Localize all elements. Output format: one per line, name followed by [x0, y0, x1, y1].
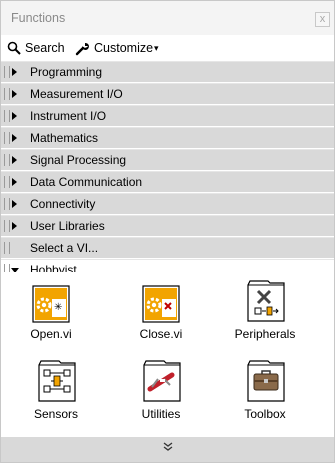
grip-handle-icon[interactable] — [4, 154, 10, 166]
palette-item-label: Sensors — [33, 407, 79, 421]
palette-item-open-vi[interactable]: ✳ Open.vi — [11, 285, 91, 341]
palette-item-peripherals[interactable]: Peripherals — [225, 279, 305, 341]
grip-handle-icon[interactable] — [4, 110, 10, 122]
palette-item-label: Utilities — [141, 407, 181, 421]
category-label: Select a VI... — [30, 241, 99, 255]
category-label: Data Communication — [30, 175, 143, 189]
category-label: User Libraries — [30, 219, 105, 233]
category-list: Programming Measurement I/O Instrument I… — [1, 61, 334, 281]
category-label: Mathematics — [30, 131, 99, 145]
sensors-folder-icon — [37, 359, 76, 403]
palette-item-sensors[interactable]: Sensors — [16, 359, 96, 421]
customize-label: Customize — [94, 41, 154, 55]
grip-handle-icon[interactable] — [4, 88, 10, 100]
select-a-vi-item[interactable]: Select a VI... — [1, 237, 334, 258]
search-label: Search — [25, 41, 65, 55]
window-title: Functions — [11, 11, 66, 25]
category-data-communication[interactable]: Data Communication — [1, 171, 334, 192]
palette-item-toolbox[interactable]: Toolbox — [225, 359, 305, 421]
expand-triangle-icon[interactable] — [12, 222, 17, 230]
category-mathematics[interactable]: Mathematics — [1, 127, 334, 148]
expand-triangle-icon[interactable] — [12, 68, 17, 76]
category-connectivity[interactable]: Connectivity — [1, 193, 334, 214]
utilities-folder-icon — [142, 359, 181, 403]
wrench-icon — [75, 42, 89, 55]
expand-triangle-icon[interactable] — [12, 134, 17, 142]
svg-text:✳: ✳ — [54, 302, 62, 313]
grip-handle-icon[interactable] — [4, 220, 10, 232]
search-icon — [7, 41, 21, 55]
double-chevron-down-icon — [163, 442, 173, 451]
category-instrument-io[interactable]: Instrument I/O — [1, 105, 334, 126]
palette-item-label: Open.vi — [30, 327, 72, 341]
palette-item-utilities[interactable]: Utilities — [121, 359, 201, 421]
expand-triangle-icon[interactable] — [12, 178, 17, 186]
palette-item-label: Toolbox — [244, 407, 286, 421]
expand-triangle-icon[interactable] — [12, 156, 17, 164]
open-vi-icon: ✳ — [32, 285, 70, 323]
palette-item-label: Peripherals — [234, 327, 296, 341]
close-vi-icon — [142, 285, 180, 323]
title-bar[interactable]: Functions x — [1, 1, 334, 35]
chevron-down-icon: ▾ — [154, 42, 159, 53]
palette-item-close-vi[interactable]: Close.vi — [121, 285, 201, 341]
grip-handle-icon[interactable] — [4, 132, 10, 144]
palette-item-label: Close.vi — [139, 327, 183, 341]
category-signal-processing[interactable]: Signal Processing — [1, 149, 334, 170]
palette-toolbar: Search Customize ▾ — [1, 35, 334, 61]
expand-triangle-icon[interactable] — [12, 112, 17, 120]
category-label: Signal Processing — [30, 153, 127, 167]
peripherals-folder-icon — [246, 279, 285, 323]
functions-palette-window: Functions x Search Customize ▾ Programmi… — [0, 0, 335, 463]
category-label: Measurement I/O — [30, 87, 123, 101]
category-measurement-io[interactable]: Measurement I/O — [1, 83, 334, 104]
close-button[interactable]: x — [315, 12, 330, 27]
grip-handle-icon[interactable] — [4, 176, 10, 188]
category-label: Connectivity — [30, 197, 96, 211]
category-user-libraries[interactable]: User Libraries — [1, 215, 334, 236]
customize-button[interactable]: Customize ▾ — [75, 39, 159, 57]
hobbyist-palette: ✳ Open.vi Close.vi Peripherals Sensors U… — [1, 272, 334, 436]
grip-handle-icon[interactable] — [4, 66, 10, 78]
expand-triangle-icon[interactable] — [12, 200, 17, 208]
category-label: Instrument I/O — [30, 109, 107, 123]
grip-handle-icon[interactable] — [4, 242, 10, 254]
category-label: Programming — [30, 65, 103, 79]
expand-palette-bar[interactable] — [1, 437, 334, 462]
grip-handle-icon[interactable] — [4, 198, 10, 210]
toolbox-folder-icon — [246, 359, 285, 403]
expand-triangle-icon[interactable] — [12, 90, 17, 98]
search-button[interactable]: Search — [7, 39, 65, 57]
category-programming[interactable]: Programming — [1, 61, 334, 82]
